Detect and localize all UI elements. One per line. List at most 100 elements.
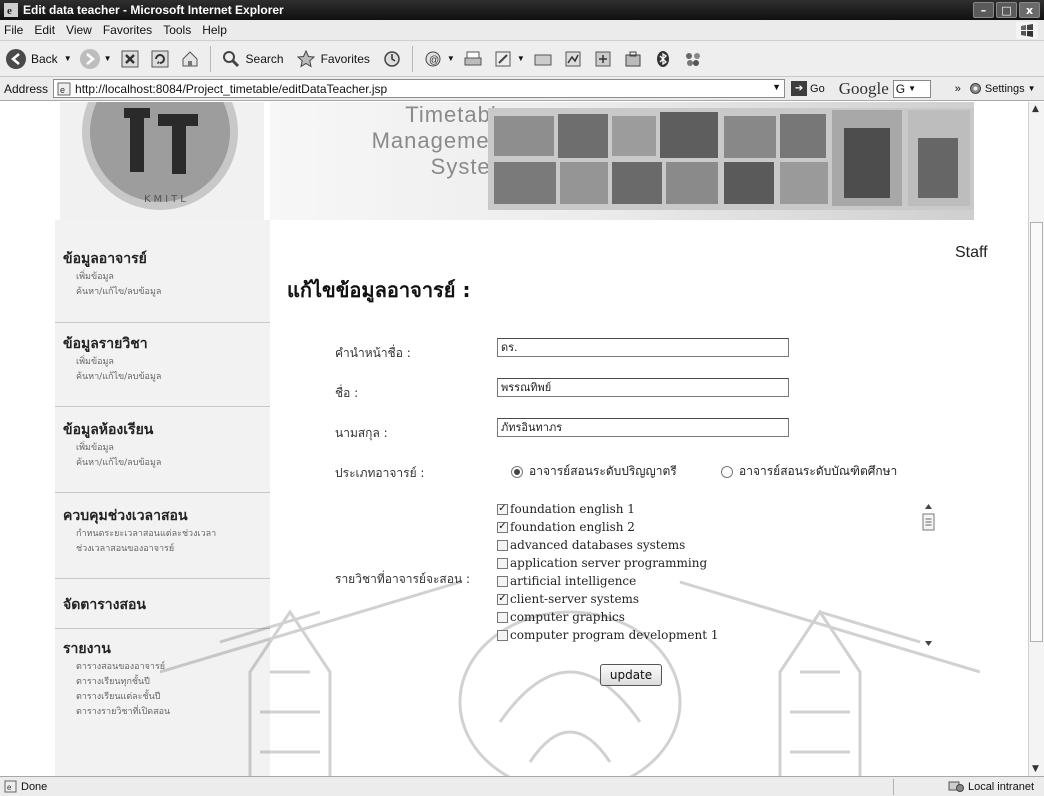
nav-link-teacher-search[interactable]: ค้นหา/แก้ไข/ลบข้อมูล	[76, 285, 263, 300]
nav-head-room[interactable]: ข้อมูลห้องเรียน	[63, 419, 263, 441]
back-arrow-icon[interactable]	[4, 47, 28, 71]
nav-link-subject-add[interactable]: เพิ่มข้อมูล	[76, 355, 263, 370]
subject-checkbox-item[interactable]: ✓ client-server systems	[497, 590, 937, 608]
nav-link-room-add[interactable]: เพิ่มข้อมูล	[76, 441, 263, 456]
subject-checkbox-item[interactable]: computer program development 1	[497, 626, 937, 644]
banner-line-1: Timetable	[405, 102, 510, 127]
page-title: แก้ไขข้อมูลอาจารย์ :	[287, 278, 471, 302]
edit-icon[interactable]	[491, 47, 515, 71]
firstname-field[interactable]: พรรณทิพย์	[497, 378, 789, 397]
msn-butterfly-icon[interactable]	[681, 47, 705, 71]
subjects-list-scrollbar[interactable]	[920, 500, 937, 650]
scroll-up-icon[interactable]: ▲	[1032, 104, 1039, 114]
mail-dropdown-icon[interactable]: ▼	[447, 54, 455, 63]
stop-icon[interactable]	[118, 47, 142, 71]
toolbar-more-chevron[interactable]: »	[955, 83, 961, 95]
nav-link-subject-search[interactable]: ค้นหา/แก้ไข/ลบข้อมูล	[76, 370, 263, 385]
checkbox-unchecked[interactable]	[497, 557, 508, 569]
search-label[interactable]: Search	[246, 52, 284, 66]
page-viewport: KMITL Timetable Management System ข้อมูล…	[0, 102, 1044, 776]
print-icon[interactable]	[461, 47, 485, 71]
discuss-icon[interactable]	[531, 47, 555, 71]
subject-checkbox-item[interactable]: computer graphics	[497, 608, 937, 626]
bluetooth-icon[interactable]	[651, 47, 675, 71]
google-logo: Google	[838, 78, 889, 98]
prefix-field[interactable]: ดร.	[497, 338, 789, 357]
settings-label: Settings	[984, 82, 1025, 95]
nav-link-room-search[interactable]: ค้นหา/แก้ไข/ลบข้อมูล	[76, 456, 263, 471]
minimize-button[interactable]: –	[973, 2, 994, 18]
nav-link-timeslot-teacher[interactable]: ช่วงเวลาสอนของอาจารย์	[76, 542, 263, 557]
subject-name: computer graphics	[510, 610, 625, 624]
subject-checkbox-item[interactable]: application server programming	[497, 554, 937, 572]
subject-checkbox-item[interactable]: artificial intelligence	[497, 572, 937, 590]
mail-icon[interactable]: @	[421, 47, 445, 71]
intranet-icon	[948, 781, 964, 792]
zone-label: Local intranet	[967, 780, 1034, 793]
update-button[interactable]: update	[600, 664, 662, 686]
menu-view[interactable]: View	[66, 23, 92, 37]
settings-button[interactable]: Settings ▼	[969, 82, 1036, 95]
nav-link-report-each-year[interactable]: ตารางเรียนแต่ละชั้นปี	[76, 690, 263, 705]
nav-head-teacher[interactable]: ข้อมูลอาจารย์	[63, 248, 263, 270]
search-icon[interactable]	[219, 47, 243, 71]
back-dropdown-icon[interactable]: ▼	[64, 54, 72, 63]
address-dropdown-icon[interactable]: ▼	[772, 82, 781, 92]
checkbox-checked[interactable]: ✓	[497, 593, 508, 605]
menu-favorites[interactable]: Favorites	[103, 23, 152, 37]
subjects-checkbox-list[interactable]: ✓ foundation english 1 ✓ foundation english…	[497, 500, 937, 650]
type-radio-graduate[interactable]: อาจารย์สอนระดับบัณฑิตศึกษา	[721, 462, 897, 481]
google-field-text: G	[895, 81, 906, 96]
nav-link-report-all-years[interactable]: ตารางเรียนทุกชั้นปี	[76, 675, 263, 690]
scroll-down-icon[interactable]: ▼	[1032, 764, 1039, 774]
address-input[interactable]: e http://localhost:8084/Project_timetabl…	[53, 79, 786, 98]
page-scrollbar[interactable]: ▲ ▼	[1028, 102, 1044, 776]
favorites-star-icon[interactable]	[294, 47, 318, 71]
home-icon[interactable]	[178, 47, 202, 71]
refresh-icon[interactable]	[148, 47, 172, 71]
checkbox-unchecked[interactable]	[497, 611, 508, 623]
lastname-field[interactable]: ภัทรอินทาภร	[497, 418, 789, 437]
go-button[interactable]: ➔ Go	[791, 81, 825, 96]
nav-head-report[interactable]: รายงาน	[63, 638, 263, 660]
nav-link-report-teacher[interactable]: ตารางสอนของอาจารย์	[76, 660, 263, 675]
checkbox-checked[interactable]: ✓	[497, 503, 508, 515]
checkbox-unchecked[interactable]	[497, 539, 508, 551]
subject-checkbox-item[interactable]: ✓ foundation english 2	[497, 518, 937, 536]
nav-link-teacher-add[interactable]: เพิ่มข้อมูล	[76, 270, 263, 285]
menu-help[interactable]: Help	[202, 23, 227, 37]
scroll-thumb[interactable]	[1030, 222, 1043, 642]
nav-link-timeslot-period[interactable]: กำหนดระยะเวลาสอนแต่ละช่วงเวลา	[76, 527, 263, 542]
google-search-input[interactable]: G ▼	[892, 79, 931, 98]
menu-file[interactable]: File	[4, 23, 23, 37]
window-title: Edit data teacher - Microsoft Internet E…	[23, 3, 284, 17]
title-bar: e Edit data teacher - Microsoft Internet…	[0, 0, 1044, 20]
edit-dropdown-icon[interactable]: ▼	[517, 54, 525, 63]
back-label[interactable]: Back	[31, 52, 58, 66]
checkbox-checked[interactable]: ✓	[497, 521, 508, 533]
maximize-button[interactable]: □	[996, 2, 1017, 18]
forward-arrow-icon[interactable]	[78, 47, 102, 71]
nav-link-report-subjects[interactable]: ตารางรายวิชาที่เปิดสอน	[76, 705, 263, 720]
subject-checkbox-item[interactable]: advanced databases systems	[497, 536, 937, 554]
toolbox-icon[interactable]	[621, 47, 645, 71]
research-icon[interactable]	[591, 47, 615, 71]
menu-edit[interactable]: Edit	[34, 23, 55, 37]
nav-head-schedule[interactable]: จัดตารางสอน	[63, 594, 263, 616]
forward-dropdown-icon[interactable]: ▼	[104, 54, 112, 63]
radio-button-selected[interactable]	[511, 465, 523, 478]
radio-button[interactable]	[721, 465, 733, 478]
type-option-undergrad: อาจารย์สอนระดับปริญญาตรี	[529, 464, 677, 478]
checkbox-unchecked[interactable]	[497, 629, 508, 641]
page-done-icon: e	[4, 780, 17, 793]
nav-head-timeslot[interactable]: ควบคุมช่วงเวลาสอน	[63, 505, 263, 527]
nav-head-subject[interactable]: ข้อมูลรายวิชา	[63, 333, 263, 355]
subject-checkbox-item[interactable]: ✓ foundation english 1	[497, 500, 937, 518]
checkbox-unchecked[interactable]	[497, 575, 508, 587]
type-radio-undergrad[interactable]: อาจารย์สอนระดับปริญญาตรี	[511, 462, 677, 481]
history-icon[interactable]	[380, 47, 404, 71]
favorites-label[interactable]: Favorites	[321, 52, 370, 66]
menu-tools[interactable]: Tools	[163, 23, 191, 37]
close-button[interactable]: x	[1019, 2, 1040, 18]
messenger-icon[interactable]	[561, 47, 585, 71]
